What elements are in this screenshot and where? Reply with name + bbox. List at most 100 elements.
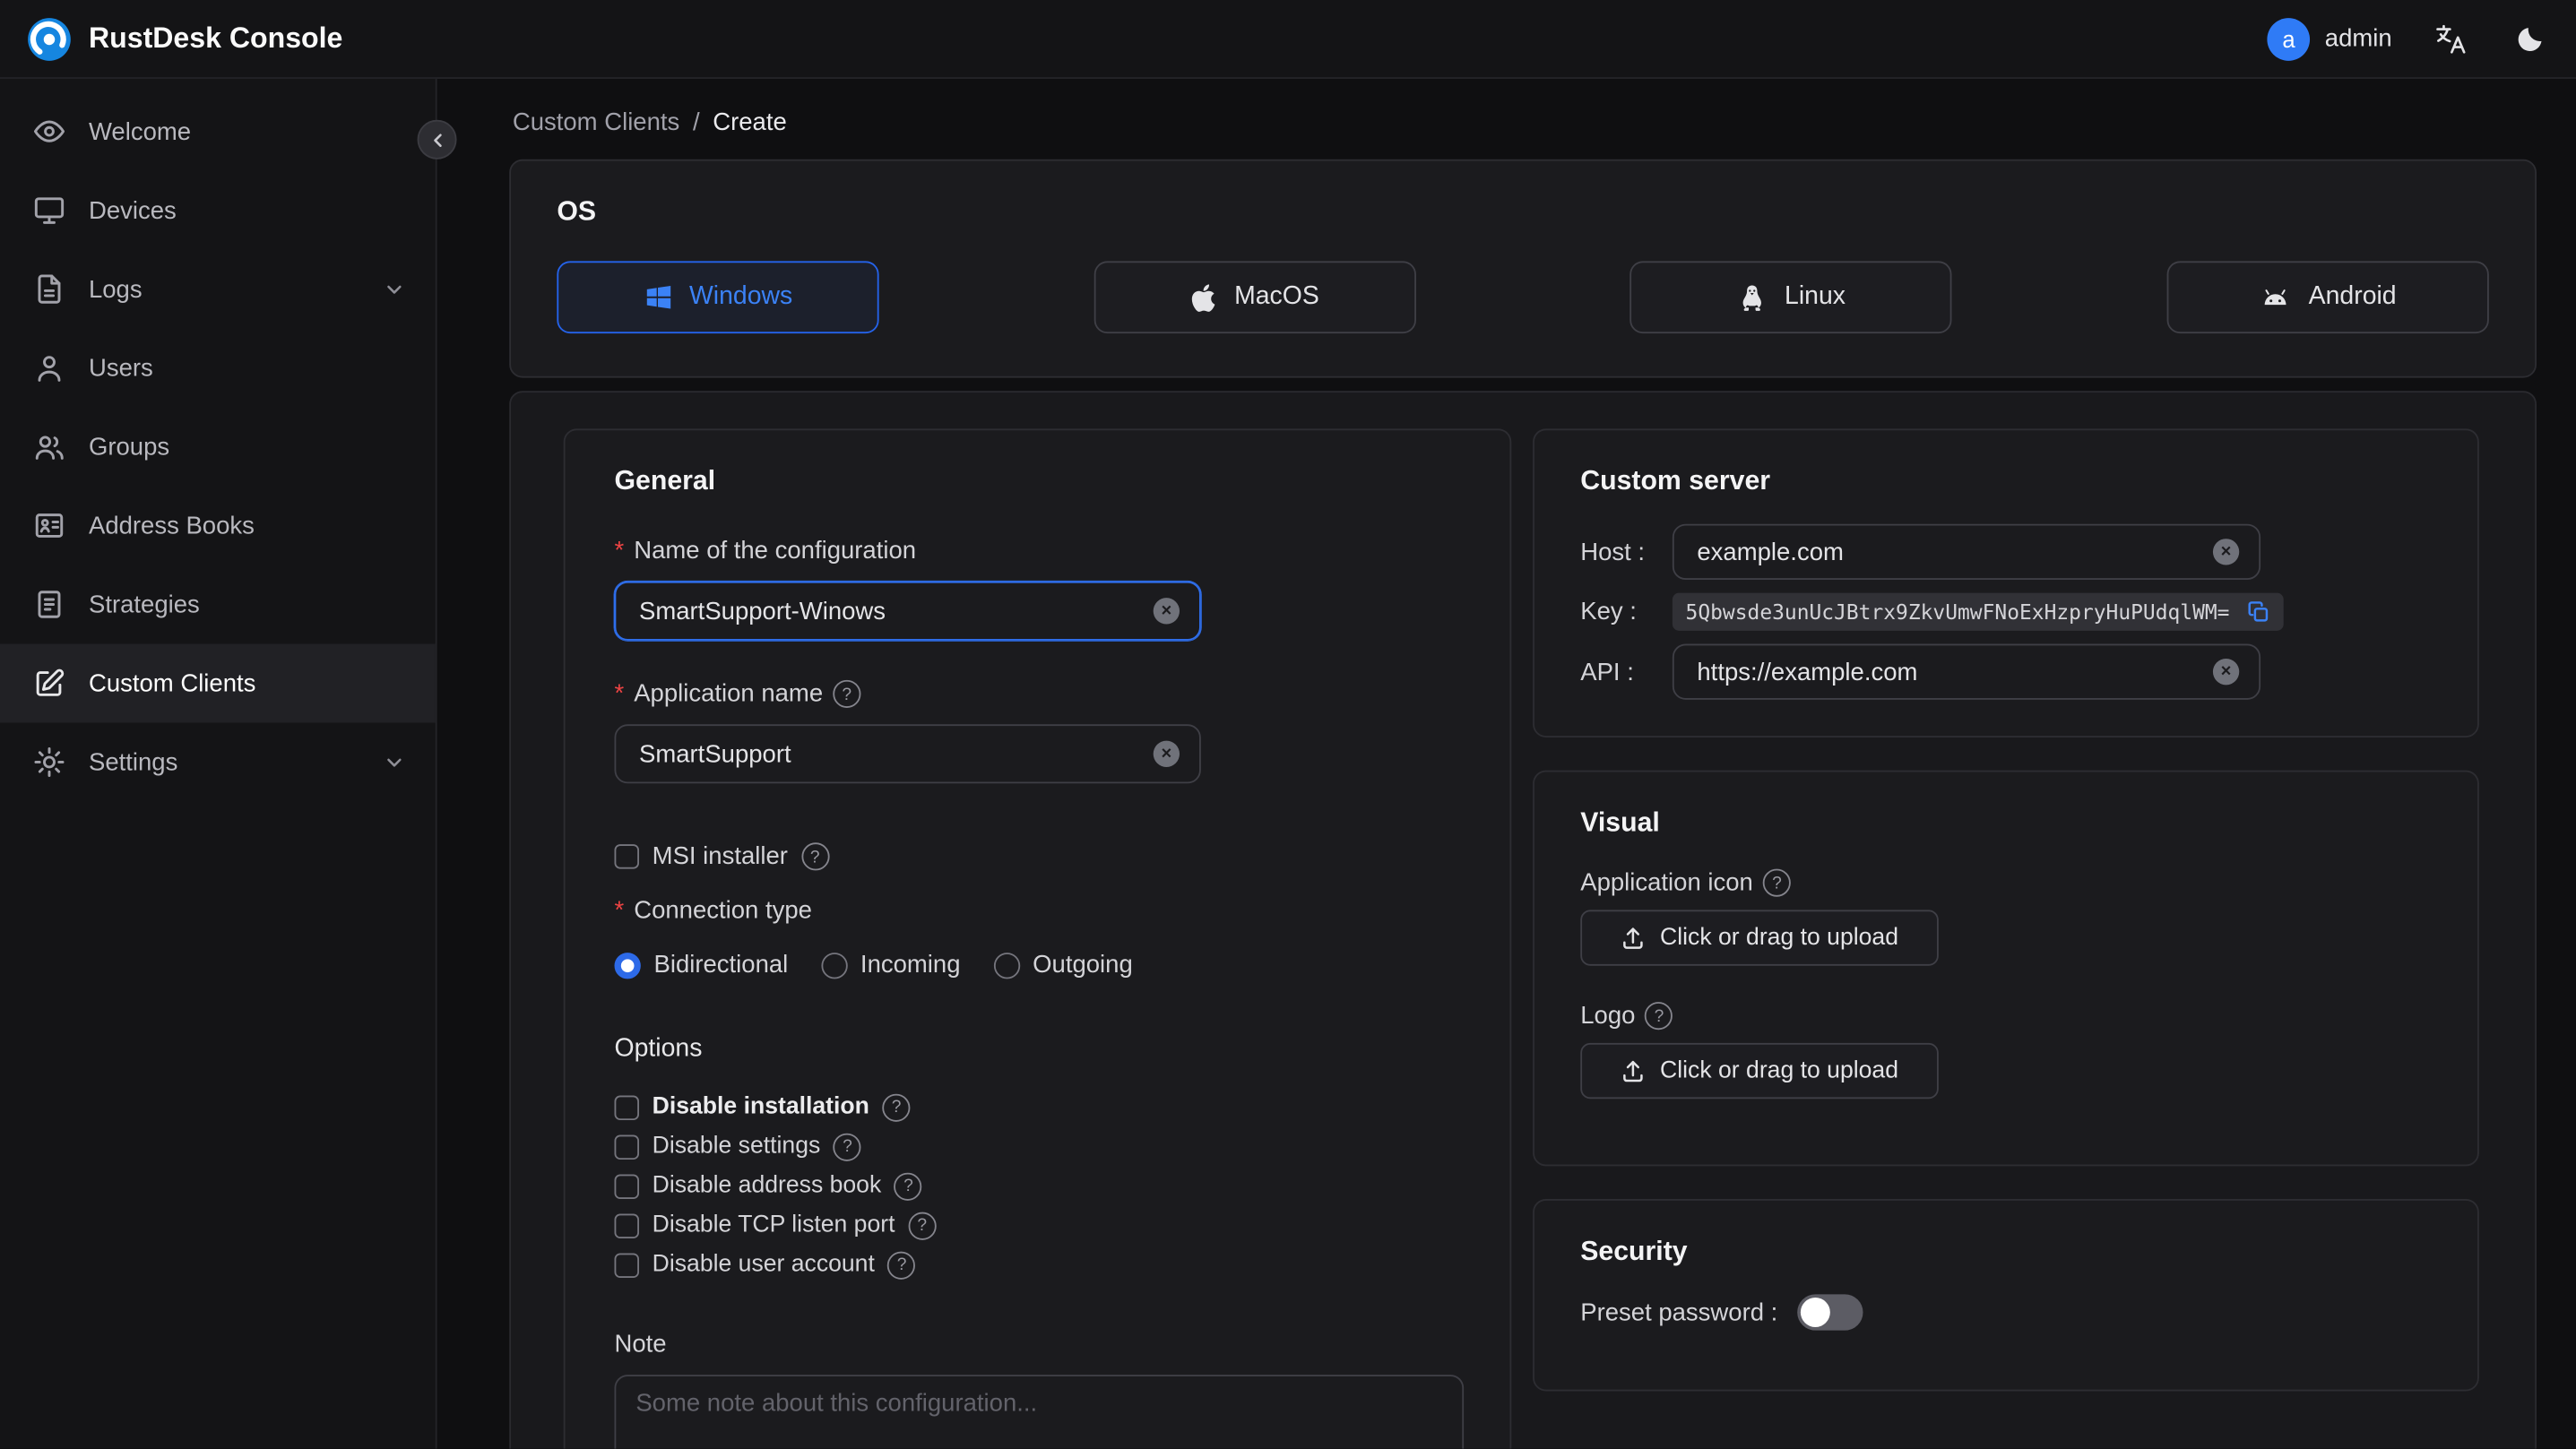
clear-icon[interactable]: × [2212, 658, 2240, 686]
sidebar-item-label: Logs [88, 275, 143, 304]
help-icon[interactable]: ? [1645, 1002, 1673, 1031]
android-icon [2260, 282, 2293, 312]
preset-password-row: Preset password : [1580, 1294, 2431, 1331]
name-label: * Name of the configuration [614, 537, 917, 565]
os-options-row: Windows MacOS Linux Android [557, 261, 2489, 334]
configuration-card: General * Name of the configuration × * … [509, 391, 2537, 1449]
sidebar-item-label: Users [88, 353, 153, 383]
application-icon-label: Application icon ? [1580, 868, 2431, 897]
help-icon[interactable]: ? [882, 1092, 911, 1121]
logo-upload-button[interactable]: Click or drag to upload [1580, 1042, 1939, 1100]
chevron-down-icon [383, 751, 406, 774]
note-label: Note [614, 1330, 667, 1358]
host-input[interactable] [1693, 536, 2213, 568]
radio-icon [820, 952, 848, 979]
connection-type-label: * Connection type [614, 896, 812, 925]
clear-icon[interactable]: × [2212, 539, 2240, 565]
sidebar-item-strategies[interactable]: Strategies [0, 565, 436, 644]
sidebar-item-users[interactable]: Users [0, 329, 436, 408]
sidebar-item-welcome[interactable]: Welcome [0, 92, 436, 171]
clear-icon[interactable]: × [1153, 740, 1180, 767]
key-value-chip: 5Qbwsde3unUcJBtrx9ZkvUmwFNoExHzpryHuPUdq… [1672, 592, 2284, 631]
key-label: Key : [1580, 598, 1637, 626]
disable-tcp-listen-port-checkbox[interactable] [614, 1212, 639, 1238]
help-icon[interactable]: ? [887, 1250, 916, 1279]
windows-icon [644, 282, 673, 312]
option-disable-address-book: Disable address book ? [614, 1166, 1461, 1205]
upload-icon [1621, 925, 1647, 951]
name-input[interactable] [635, 595, 1154, 627]
user-menu[interactable]: a admin [2267, 17, 2392, 60]
sidebar-item-logs[interactable]: Logs [0, 250, 436, 329]
radio-outgoing[interactable]: Outgoing [993, 951, 1133, 979]
devices-icon [33, 194, 66, 227]
connection-type-options: Bidirectional Incoming Outgoing [614, 951, 1461, 979]
os-option-macos[interactable]: MacOS [1094, 261, 1416, 334]
note-textarea[interactable] [614, 1375, 1465, 1449]
sidebar-item-label: Groups [88, 432, 170, 461]
breadcrumb-parent[interactable]: Custom Clients [513, 108, 679, 136]
sidebar-item-settings[interactable]: Settings [0, 722, 436, 801]
msi-installer-row: MSI installer ? [614, 842, 1461, 871]
application-icon-upload-button[interactable]: Click or drag to upload [1580, 910, 1939, 966]
disable-user-account-checkbox[interactable] [614, 1252, 639, 1278]
disable-installation-checkbox[interactable] [614, 1094, 639, 1120]
radio-incoming[interactable]: Incoming [820, 951, 961, 979]
options-title: Options [614, 1034, 703, 1063]
right-column: Custom server Host : × Key : [1533, 428, 2479, 1392]
os-option-linux[interactable]: Linux [1629, 261, 1953, 334]
help-icon[interactable]: ? [1762, 868, 1792, 897]
option-disable-user-account: Disable user account ? [614, 1245, 1461, 1284]
welcome-icon [33, 115, 66, 148]
toggle-knob [1800, 1297, 1830, 1327]
help-icon[interactable]: ? [833, 1132, 862, 1160]
help-icon[interactable]: ? [908, 1211, 937, 1239]
msi-installer-checkbox[interactable] [614, 844, 639, 869]
required-marker: * [614, 896, 625, 925]
sidebar-item-label: Settings [88, 747, 178, 777]
host-label: Host : [1580, 538, 1646, 566]
disable-address-book-checkbox[interactable] [614, 1173, 639, 1199]
custom-clients-icon [33, 667, 66, 700]
msi-installer-label: MSI installer [652, 842, 788, 871]
application-name-input[interactable] [635, 737, 1154, 770]
address-books-icon [33, 509, 66, 542]
api-input[interactable] [1693, 656, 2213, 688]
sidebar-item-custom-clients[interactable]: Custom Clients [0, 643, 436, 723]
sidebar-collapse-button[interactable] [417, 119, 457, 160]
translate-icon[interactable] [2432, 19, 2471, 58]
users-icon [33, 351, 66, 384]
sidebar-item-label: Address Books [88, 511, 255, 540]
help-icon[interactable]: ? [800, 842, 829, 871]
sidebar-item-groups[interactable]: Groups [0, 408, 436, 487]
help-icon[interactable]: ? [894, 1171, 923, 1200]
breadcrumb-current: Create [713, 108, 787, 137]
preset-password-toggle[interactable] [1797, 1294, 1863, 1331]
dark-mode-icon[interactable] [2511, 19, 2550, 58]
api-row: API : × [1580, 643, 2431, 700]
security-title: Security [1580, 1237, 1688, 1267]
disable-settings-checkbox[interactable] [614, 1134, 639, 1160]
avatar[interactable]: a [2267, 17, 2311, 60]
sidebar-item-address-books[interactable]: Address Books [0, 487, 436, 565]
app-body: Welcome Devices Logs Users Groups Addres… [0, 78, 2576, 1449]
os-option-windows[interactable]: Windows [557, 261, 879, 334]
os-option-android[interactable]: Android [2166, 261, 2489, 334]
rustdesk-logo-icon [26, 15, 72, 61]
sidebar-item-label: Custom Clients [88, 668, 256, 698]
options-list: Disable installation ? Disable settings … [614, 1087, 1461, 1284]
radio-icon [993, 952, 1020, 979]
clear-icon[interactable]: × [1153, 598, 1180, 625]
key-value: 5Qbwsde3unUcJBtrx9ZkvUmwFNoExHzpryHuPUdq… [1685, 599, 2230, 625]
general-panel: General * Name of the configuration × * … [563, 428, 1512, 1449]
security-panel: Security Preset password : [1533, 1199, 2479, 1392]
sidebar-item-label: Devices [88, 196, 177, 225]
radio-bidirectional[interactable]: Bidirectional [614, 951, 788, 979]
upload-icon [1621, 1057, 1647, 1083]
custom-server-title: Custom server [1580, 466, 1771, 496]
app-title: RustDesk Console [88, 21, 343, 55]
radio-selected-icon [614, 952, 641, 979]
help-icon[interactable]: ? [833, 679, 861, 708]
sidebar-item-devices[interactable]: Devices [0, 171, 436, 250]
copy-icon[interactable] [2246, 599, 2270, 624]
